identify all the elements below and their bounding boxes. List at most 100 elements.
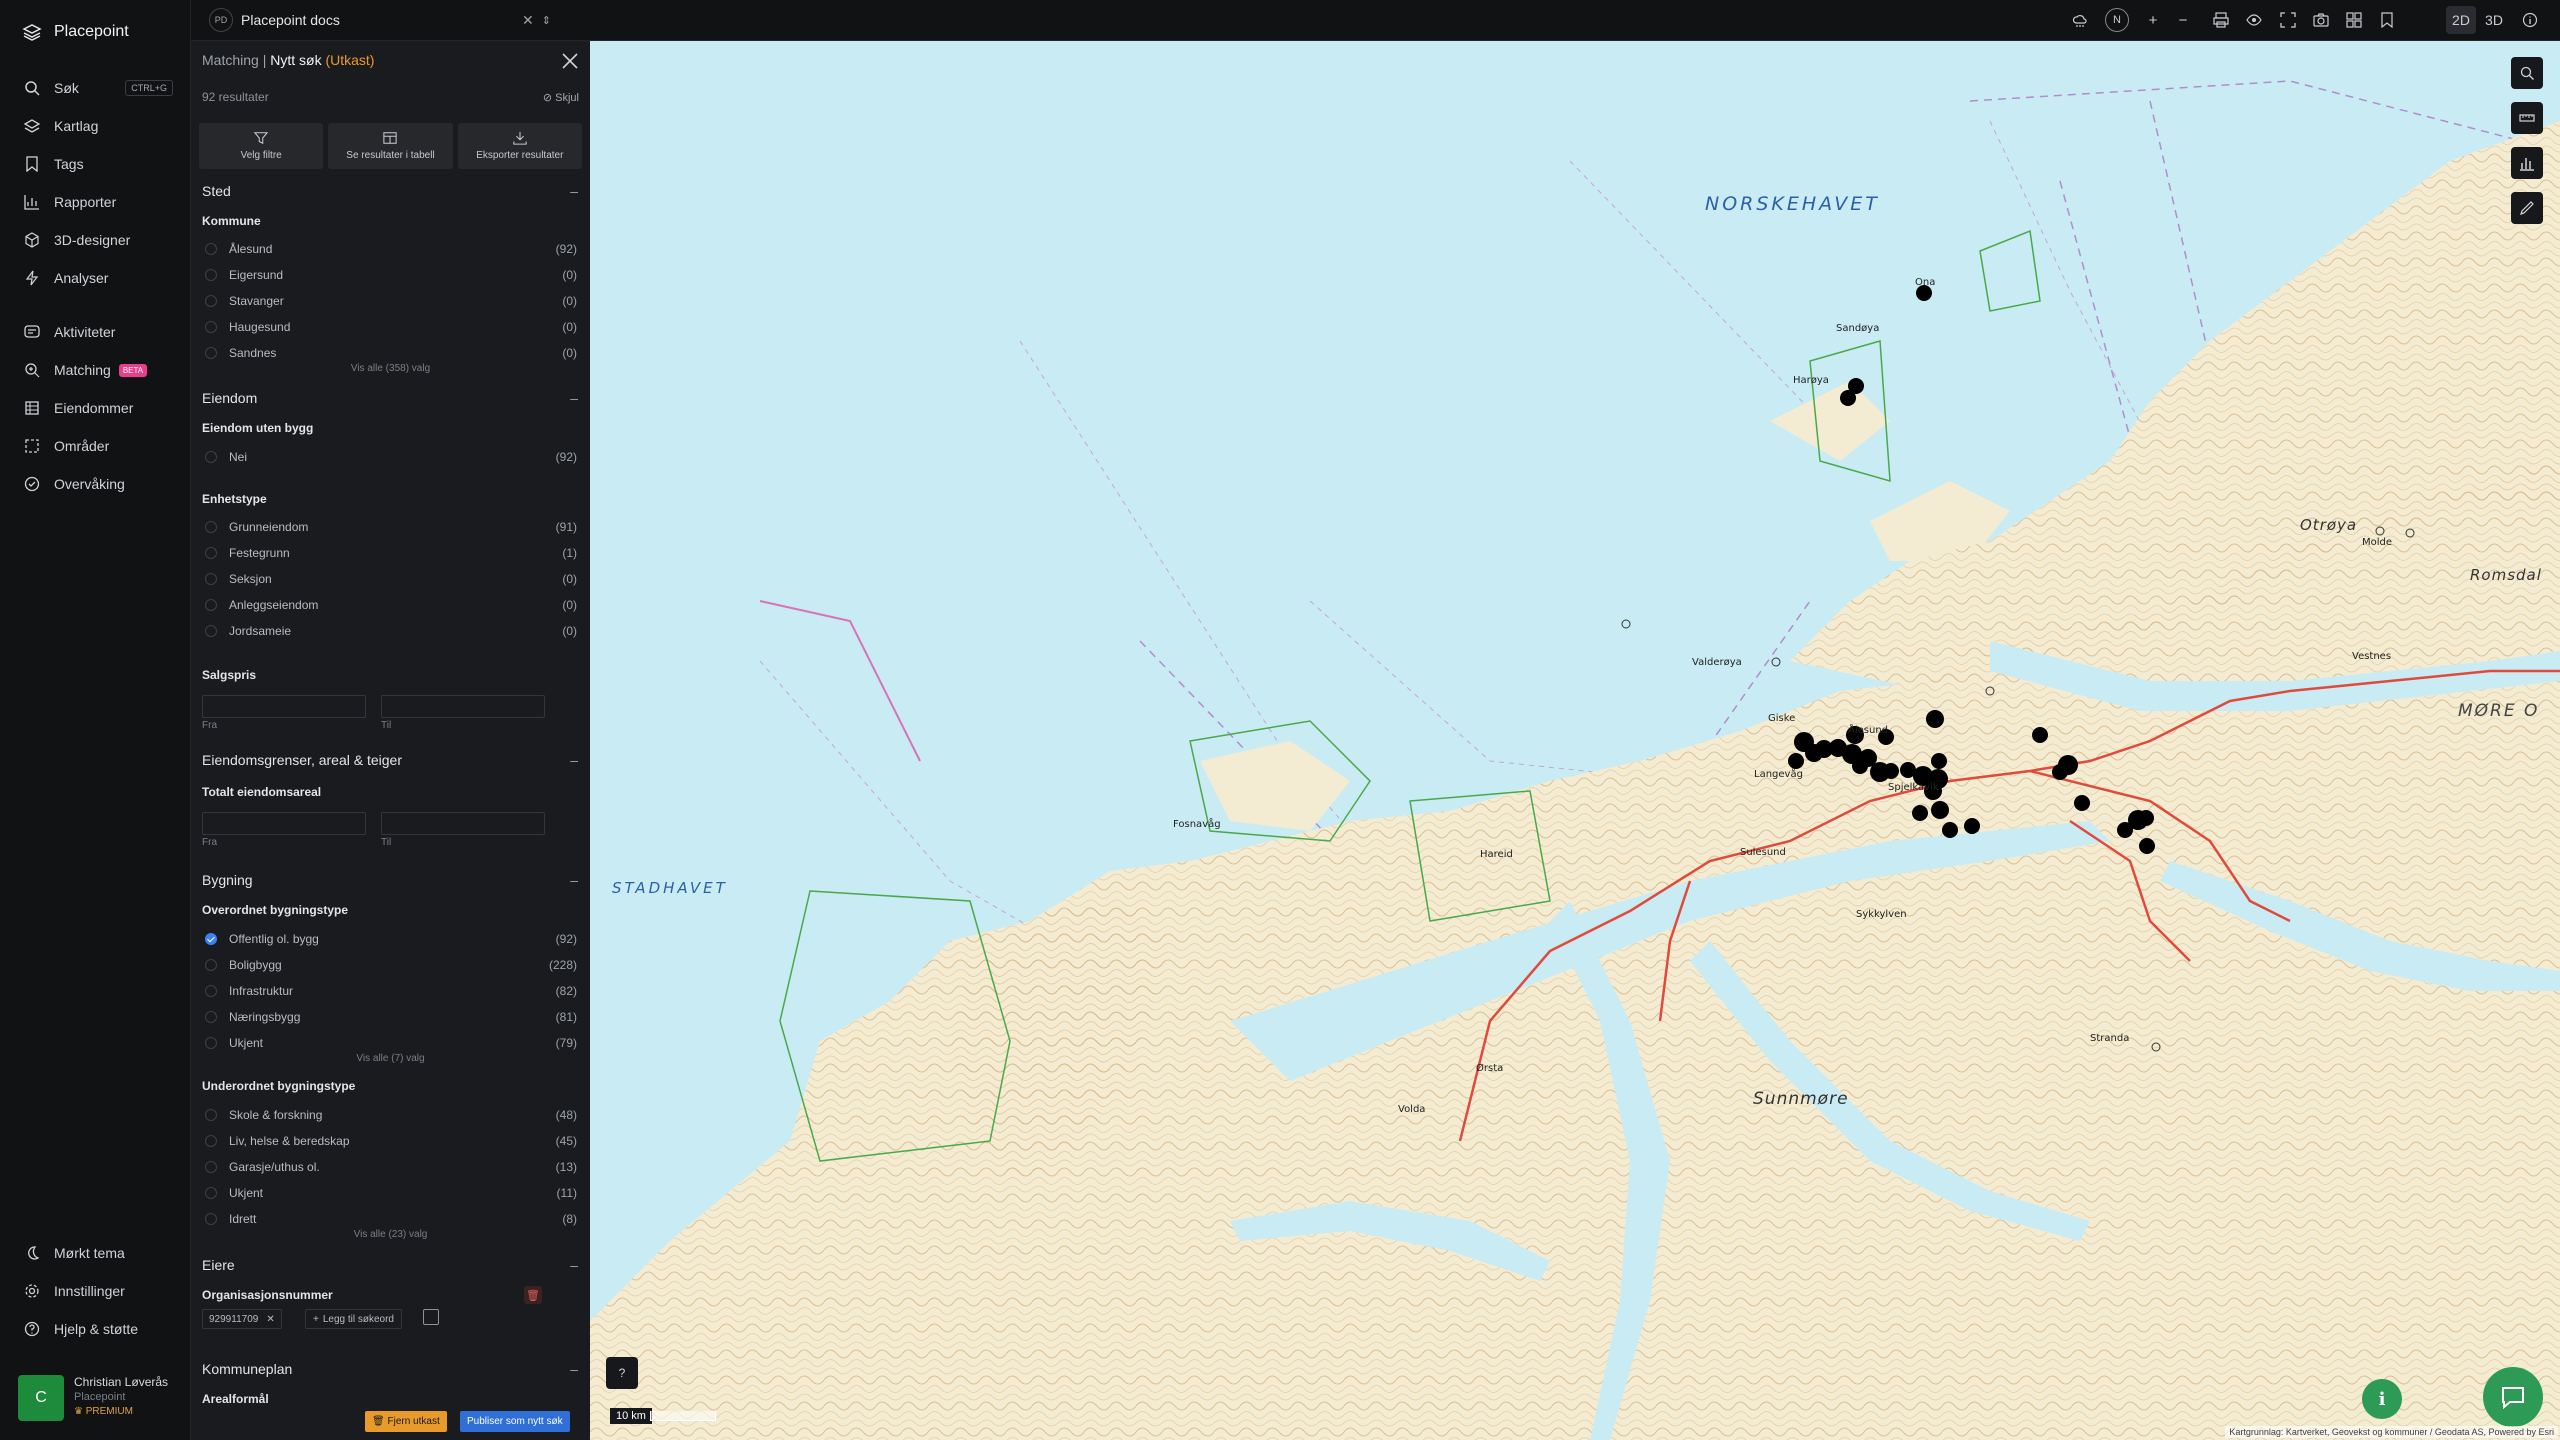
zoom-in-icon[interactable]: + [2144, 11, 2162, 29]
eye-icon[interactable] [2245, 11, 2263, 29]
collapse-icon[interactable]: – [570, 390, 578, 406]
filter-option[interactable]: Haugesund (0) [205, 318, 577, 336]
sidebar-item-matching[interactable]: Matching BETA [0, 355, 191, 385]
checkbox[interactable] [205, 573, 217, 585]
filter-option[interactable]: Grunneiendom (91) [205, 518, 577, 536]
filter-option[interactable]: Næringsbygg (81) [205, 1008, 577, 1026]
filter-option[interactable]: Ukjent (79) [205, 1034, 577, 1052]
publish-button[interactable]: Publiser som nytt søk [460, 1411, 570, 1432]
checkbox[interactable] [205, 521, 217, 533]
filter-option[interactable]: Infrastruktur (82) [205, 982, 577, 1000]
checkbox[interactable] [205, 269, 217, 281]
sidebar-item-rapporter[interactable]: Rapporter [0, 187, 191, 217]
show-all-overordnet[interactable]: Vis alle (7) valg [191, 1053, 590, 1064]
checkbox[interactable] [205, 547, 217, 559]
show-table-button[interactable]: Se resultater i tabell [328, 123, 453, 169]
remove-draft-button[interactable]: 🗑 Fjern utkast [365, 1411, 447, 1432]
filter-option[interactable]: Stavanger (0) [205, 292, 577, 310]
area-to-input[interactable] [381, 812, 545, 835]
checkbox[interactable] [205, 1037, 217, 1049]
add-keyword-button[interactable]: + Legg til søkeord [305, 1309, 402, 1329]
filter-option[interactable]: Festegrunn (1) [205, 544, 577, 562]
weather-icon[interactable] [2071, 11, 2089, 29]
section-eiere[interactable]: Eiere – [202, 1257, 578, 1273]
map-info-button[interactable]: i [2362, 1379, 2402, 1419]
checkbox[interactable] [205, 321, 217, 333]
checkbox[interactable] [205, 1187, 217, 1199]
sidebar-item-sok[interactable]: Søk CTRL+G [0, 73, 191, 103]
filter-option[interactable]: Offentlig ol. bygg (92) [205, 930, 577, 948]
map-tool-stats[interactable] [2511, 147, 2543, 179]
map-tool-measure[interactable] [2511, 57, 2543, 89]
copy-icon[interactable] [423, 1309, 439, 1325]
org-chip[interactable]: 929911709 ✕ [202, 1309, 282, 1329]
checkbox[interactable] [205, 599, 217, 611]
zoom-out-icon[interactable]: − [2174, 11, 2192, 29]
checkbox-checked[interactable] [205, 933, 217, 945]
user-card[interactable]: C Christian Løverås Placepoint ♛ PREMIUM [18, 1375, 168, 1421]
collapse-icon[interactable]: – [570, 752, 578, 768]
sidebar-item-omrader[interactable]: Områder [0, 431, 191, 461]
checkbox[interactable] [205, 295, 217, 307]
checkbox[interactable] [205, 625, 217, 637]
chip-remove-icon[interactable]: ✕ [266, 1314, 274, 1325]
filter-option[interactable]: Nei (92) [205, 448, 577, 466]
sidebar-item-eiendommer[interactable]: Eiendommer [0, 393, 191, 423]
show-all-underordnet[interactable]: Vis alle (23) valg [191, 1229, 590, 1240]
filter-option[interactable]: Eigersund (0) [205, 266, 577, 284]
checkbox[interactable] [205, 959, 217, 971]
export-results-button[interactable]: Eksporter resultater [457, 123, 582, 169]
clear-icon[interactable]: ✕ [522, 12, 534, 29]
section-eiendom[interactable]: Eiendom – [202, 390, 578, 406]
price-to-input[interactable] [381, 695, 545, 718]
checkbox[interactable] [205, 1161, 217, 1173]
grid-icon[interactable] [2345, 11, 2363, 29]
checkbox[interactable] [205, 243, 217, 255]
close-icon[interactable] [560, 51, 580, 71]
breadcrumb-matching[interactable]: Matching [202, 52, 259, 68]
section-kommuneplan[interactable]: Kommuneplan – [202, 1361, 578, 1377]
bookmark-icon[interactable] [2378, 11, 2396, 29]
collapse-icon[interactable]: – [570, 872, 578, 888]
filter-option[interactable]: Anleggseiendom (0) [205, 596, 577, 614]
sidebar-item-3d-designer[interactable]: 3D-designer [0, 225, 191, 255]
price-from-input[interactable] [202, 695, 366, 718]
trash-icon[interactable]: 🗑 [524, 1286, 542, 1304]
fullscreen-icon[interactable] [2279, 11, 2297, 29]
checkbox[interactable] [205, 1135, 217, 1147]
sidebar-item-settings[interactable]: Innstillinger [0, 1276, 191, 1306]
filter-option[interactable]: Boligbygg (228) [205, 956, 577, 974]
sidebar-item-kartlag[interactable]: Kartlag [0, 111, 191, 141]
section-bygning[interactable]: Bygning – [202, 872, 578, 888]
area-from-input[interactable] [202, 812, 366, 835]
select-filters-button[interactable]: Velg filtre [199, 123, 324, 169]
compass-icon[interactable]: N [2105, 8, 2129, 32]
filter-option[interactable]: Garasje/uthus ol. (13) [205, 1158, 577, 1176]
map-help-button[interactable]: ? [606, 1357, 638, 1389]
map-tool-draw[interactable] [2511, 192, 2543, 224]
sidebar-item-analyser[interactable]: Analyser [0, 263, 191, 293]
info-icon[interactable] [2521, 11, 2539, 29]
sidebar-item-tags[interactable]: Tags [0, 149, 191, 179]
filter-option[interactable]: Ukjent (11) [205, 1184, 577, 1202]
checkbox[interactable] [205, 1213, 217, 1225]
chat-button[interactable] [2483, 1367, 2543, 1427]
brand[interactable]: Placepoint [22, 20, 129, 44]
filter-option[interactable]: Jordsameie (0) [205, 622, 577, 640]
filter-option[interactable]: Liv, helse & beredskap (45) [205, 1132, 577, 1150]
camera-icon[interactable] [2312, 11, 2330, 29]
filter-option[interactable]: Skole & forskning (48) [205, 1106, 577, 1124]
sidebar-item-help[interactable]: Hjelp & støtte [0, 1314, 191, 1344]
chevron-updown-icon[interactable]: ⇕ [542, 14, 551, 27]
sidebar-item-aktiviteter[interactable]: Aktiviteter [0, 317, 191, 347]
filter-option[interactable]: Idrett (8) [205, 1210, 577, 1228]
checkbox[interactable] [205, 347, 217, 359]
workspace-selector[interactable]: PD Placepoint docs ✕ ⇕ [209, 8, 551, 32]
section-grenser[interactable]: Eiendomsgrenser, areal & teiger – [202, 752, 578, 768]
sidebar-item-overvaking[interactable]: Overvåking [0, 469, 191, 499]
checkbox[interactable] [205, 1011, 217, 1023]
filter-option[interactable]: Seksjon (0) [205, 570, 577, 588]
print-icon[interactable] [2212, 11, 2230, 29]
collapse-icon[interactable]: – [570, 1361, 578, 1377]
map-canvas[interactable]: NORSKEHAVET STADHAVET Sunnmøre Otrøya Ro… [590, 41, 2560, 1440]
